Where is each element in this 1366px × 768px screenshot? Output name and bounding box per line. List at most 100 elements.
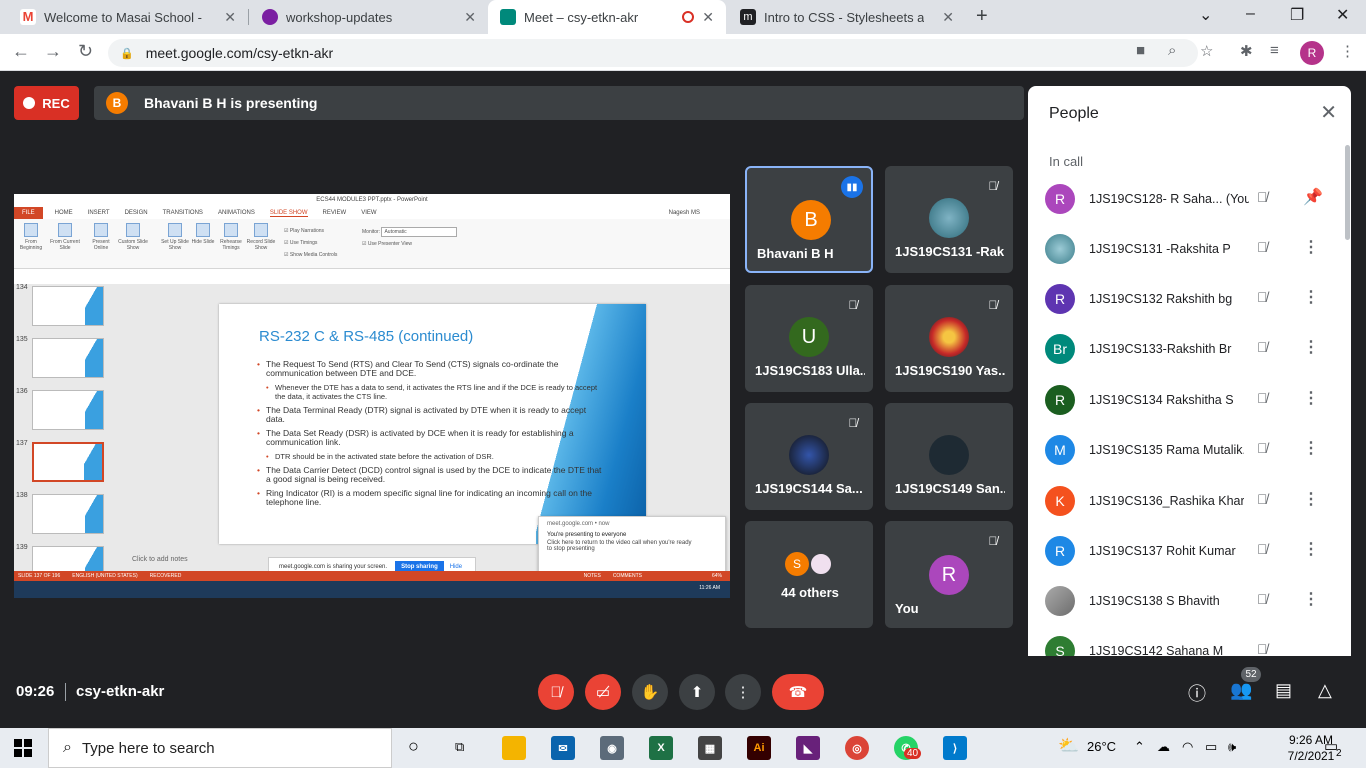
chat-icon[interactable]: ▤	[1275, 680, 1292, 701]
star-icon[interactable]: ☆	[1200, 42, 1213, 60]
more-options-icon[interactable]: ⋮	[1303, 388, 1319, 408]
close-icon[interactable]: ✕	[224, 9, 236, 26]
battery-icon[interactable]: ▭	[1205, 739, 1217, 755]
slide-bullet: The Data Set Ready (DSR) is activated by…	[257, 429, 607, 447]
chrome-icon[interactable]: ◎	[845, 736, 869, 760]
pin-icon[interactable]: 📌	[1303, 187, 1323, 207]
participant-tile[interactable]: ▮▮ B Bhavani B H	[745, 166, 873, 273]
tab-workshop[interactable]: workshop-updates ✕	[250, 0, 488, 34]
more-options-icon[interactable]: ⋮	[1303, 287, 1319, 307]
meet-icon	[500, 9, 516, 25]
avatar: Br	[1045, 334, 1075, 364]
chevron-up-icon[interactable]: ⌃	[1134, 739, 1145, 755]
avatar[interactable]: R	[1300, 41, 1324, 65]
close-icon[interactable]: ✕	[702, 9, 714, 26]
scrollbar[interactable]	[1345, 145, 1350, 240]
participant-tile[interactable]: 🎙̸ 1JS19CS131 -Rak...	[885, 166, 1013, 273]
close-icon[interactable]: ✕	[464, 9, 476, 26]
list-item[interactable]: M 1JS19CS135 Rama Mutalik... 🎙̸ ⋮	[1028, 426, 1351, 476]
participant-name: 1JS19CS190 Yas...	[895, 363, 1005, 378]
speaking-icon: ▮▮	[841, 176, 863, 198]
visual-studio-icon[interactable]: ◣	[796, 736, 820, 760]
participant-tile[interactable]: 🎙̸ U 1JS19CS183 Ulla...	[745, 285, 873, 392]
list-item[interactable]: R 1JS19CS128- R Saha... (You) 🎙̸ 📌	[1028, 175, 1351, 225]
network-icon[interactable]: ☁	[1157, 739, 1170, 755]
taskbar-search-input[interactable]: ⌕ Type here to search	[48, 728, 392, 768]
tab-css[interactable]: m Intro to CSS - Stylesheets and Ru ✕	[728, 0, 966, 34]
volume-icon[interactable]: 🕪	[1228, 739, 1236, 755]
participant-name: 1JS19CS183 Ulla...	[755, 363, 865, 378]
present-button[interactable]: ⬆	[679, 674, 715, 710]
list-item[interactable]: 1JS19CS138 S Bhavith 🎙̸ ⋮	[1028, 577, 1351, 627]
back-icon[interactable]: ←	[12, 41, 30, 62]
url-field[interactable]: 🔒 meet.google.com/csy-etkn-akr	[108, 39, 1198, 67]
tab-masai[interactable]: M Welcome to Masai School - sahar ✕	[8, 0, 248, 34]
list-item[interactable]: Br 1JS19CS133-Rakshith Br 🎙̸ ⋮	[1028, 325, 1351, 375]
avatar: K	[1045, 486, 1075, 516]
participant-tile[interactable]: 🎙̸ 1JS19CS144 Sa...	[745, 403, 873, 510]
restore-button[interactable]: ❐	[1290, 5, 1304, 25]
windows-start-icon[interactable]	[14, 739, 32, 757]
more-options-icon[interactable]: ⋮	[1303, 589, 1319, 609]
tab-meet[interactable]: Meet – csy-etkn-akr ✕	[488, 0, 726, 34]
zoom-icon[interactable]: ⌕	[1168, 42, 1176, 59]
mail-icon[interactable]: ✉	[551, 736, 575, 760]
vscode-icon[interactable]: ⟩	[943, 736, 967, 760]
list-item[interactable]: S 1JS19CS142 Sahana M 🎙̸	[1028, 627, 1351, 656]
more-options-icon[interactable]: ⋮	[1303, 539, 1319, 559]
extensions-icon[interactable]: ✱	[1240, 42, 1253, 60]
list-item[interactable]: R 1JS19CS137 Rohit Kumar 🎙̸ ⋮	[1028, 527, 1351, 577]
others-tile[interactable]: S 44 others	[745, 521, 873, 628]
wifi-icon[interactable]: ◠	[1182, 739, 1193, 755]
minimize-button[interactable]: –	[1246, 5, 1255, 23]
participant-tile[interactable]: 🎙̸ 1JS19CS190 Yas...	[885, 285, 1013, 392]
close-window-button[interactable]: ✕	[1336, 5, 1349, 25]
media-icon[interactable]: ≡	[1270, 42, 1279, 59]
raise-hand-button[interactable]: ✋	[632, 674, 668, 710]
avatar	[789, 435, 829, 475]
store-icon[interactable]: ▦	[698, 736, 722, 760]
more-options-icon[interactable]: ⋮	[1303, 438, 1319, 458]
participant-name: Bhavani B H	[757, 246, 834, 261]
list-item[interactable]: R 1JS19CS132 Rakshith bg 🎙̸ ⋮	[1028, 275, 1351, 325]
leave-call-button[interactable]: ☎	[772, 674, 824, 710]
illustrator-icon[interactable]: Ai	[747, 736, 771, 760]
list-item[interactable]: 1JS19CS131 -Rakshita P 🎙̸ ⋮	[1028, 225, 1351, 275]
close-icon[interactable]: ✕	[942, 9, 954, 26]
url-text: meet.google.com/csy-etkn-akr	[145, 45, 334, 61]
camera-toggle-button[interactable]: ▭̸	[585, 674, 621, 710]
participant-tile[interactable]: 1JS19CS149 San...	[885, 403, 1013, 510]
new-tab-button[interactable]: +	[976, 5, 988, 28]
activities-icon[interactable]: △	[1318, 680, 1332, 701]
file-explorer-icon[interactable]	[502, 736, 526, 760]
people-icon[interactable]: 👥	[1230, 680, 1252, 701]
task-view-icon[interactable]: ⧉	[455, 739, 464, 755]
forward-icon[interactable]: →	[44, 41, 62, 62]
more-options-icon[interactable]: ⋮	[1303, 337, 1319, 357]
more-options-icon[interactable]: ⋮	[1303, 489, 1319, 509]
camera-icon[interactable]: ■	[1136, 42, 1145, 59]
more-options-icon[interactable]: ⋮	[1303, 237, 1319, 257]
cortana-icon[interactable]: ○	[408, 736, 419, 757]
tab-search-icon[interactable]: ⌄	[1199, 5, 1212, 25]
browser-tab-bar: M Welcome to Masai School - sahar ✕ work…	[0, 0, 1366, 34]
self-tile[interactable]: 🎙̸ R You	[885, 521, 1013, 628]
slide-sub-bullet: Whenever the DTE has a data to send, it …	[257, 383, 607, 401]
info-icon[interactable]: ⓘ	[1188, 680, 1206, 706]
menu-icon[interactable]: ⋮	[1340, 42, 1355, 60]
more-options-button[interactable]: ⋮	[725, 674, 761, 710]
participant-name: 1JS19CS133-Rakshith Br	[1089, 342, 1232, 356]
weather-icon[interactable]: ⛅	[1058, 736, 1079, 756]
excel-icon[interactable]: X	[649, 736, 673, 760]
shared-taskbar: 11:26 AM	[14, 581, 730, 598]
participant-name: 1JS19CS134 Rakshitha S	[1089, 393, 1234, 407]
hide-button: Hide	[449, 564, 463, 570]
close-icon[interactable]: ✕	[1320, 100, 1337, 125]
avatar: S	[1045, 636, 1075, 656]
camera-app-icon[interactable]: ◉	[600, 736, 624, 760]
list-item[interactable]: R 1JS19CS134 Rakshitha S 🎙̸ ⋮	[1028, 376, 1351, 426]
reload-icon[interactable]: ↻	[78, 41, 93, 62]
mic-toggle-button[interactable]: 🎙̸	[538, 674, 574, 710]
list-item[interactable]: K 1JS19CS136_Rashika Khare 🎙̸ ⋮	[1028, 477, 1351, 527]
slide-thumbnail: 136	[14, 388, 114, 432]
